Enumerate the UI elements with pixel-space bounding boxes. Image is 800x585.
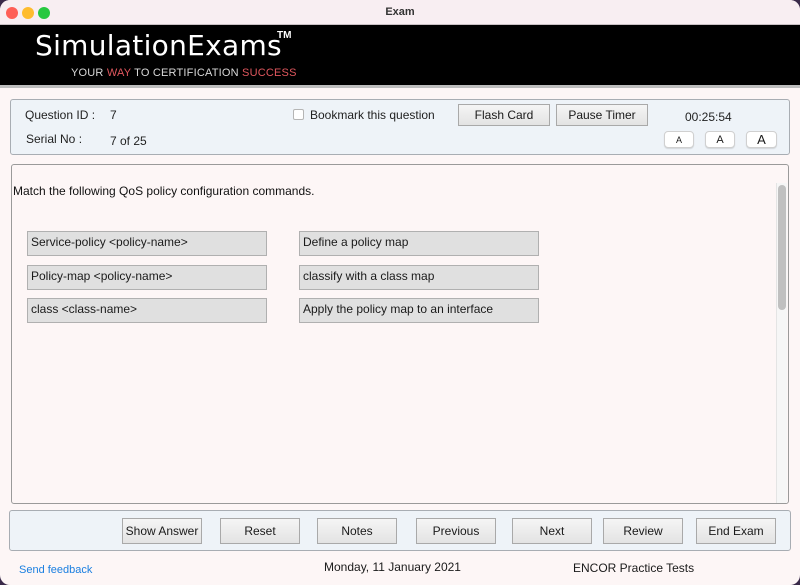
question-id-value: 7 (110, 108, 117, 122)
timer-display: 00:25:54 (685, 110, 732, 124)
product-name: ENCOR Practice Tests (573, 561, 695, 575)
brand-logo-text: SimulationExams (35, 29, 282, 62)
next-button[interactable]: Next (512, 518, 592, 544)
trademark-symbol: TM (277, 30, 292, 41)
font-size-medium-button[interactable]: A (705, 131, 735, 148)
font-size-large-button[interactable]: A (746, 131, 777, 148)
current-date: Monday, 11 January 2021 (324, 560, 461, 574)
review-button[interactable]: Review (603, 518, 683, 544)
bookmark-checkbox[interactable] (293, 109, 304, 120)
command-item[interactable]: Policy-map <policy-name> (27, 265, 267, 290)
question-scrollbar-thumb[interactable] (778, 185, 786, 310)
tagline-part-highlight: SUCCESS (242, 67, 297, 79)
send-feedback-link[interactable]: Send feedback (19, 564, 92, 576)
description-item[interactable]: classify with a class map (299, 265, 539, 290)
pause-timer-button[interactable]: Pause Timer (556, 104, 648, 126)
show-answer-button[interactable]: Show Answer (122, 518, 202, 544)
reset-button[interactable]: Reset (220, 518, 300, 544)
title-bar: Exam (0, 0, 800, 25)
brand-tagline: YOUR WAY TO CERTIFICATION SUCCESS (71, 67, 297, 79)
notes-button[interactable]: Notes (317, 518, 397, 544)
description-item[interactable]: Define a policy map (299, 231, 539, 256)
question-id-label: Question ID : (25, 108, 96, 122)
command-item[interactable]: class <class-name> (27, 298, 267, 323)
flash-card-button[interactable]: Flash Card (458, 104, 550, 126)
font-size-small-button[interactable]: A (664, 131, 694, 148)
description-item[interactable]: Apply the policy map to an interface (299, 298, 539, 323)
serial-no-label: Serial No : (26, 132, 83, 146)
tagline-part-highlight: WAY (106, 67, 132, 79)
end-exam-button[interactable]: End Exam (696, 518, 776, 544)
command-item[interactable]: Service-policy <policy-name> (27, 231, 267, 256)
tagline-part: TO CERTIFICATION (131, 67, 243, 79)
serial-no-value: 7 of 25 (110, 134, 147, 148)
question-text: Match the following QoS policy configura… (13, 184, 315, 198)
brand-banner: SimulationExams TM YOUR WAY TO CERTIFICA… (0, 25, 800, 85)
question-panel (11, 164, 789, 504)
banner-divider (0, 85, 800, 88)
previous-button[interactable]: Previous (416, 518, 496, 544)
window-title: Exam (385, 6, 415, 18)
tagline-part: YOUR (71, 67, 107, 79)
bookmark-label[interactable]: Bookmark this question (310, 108, 435, 122)
exam-window: Exam SimulationExams TM YOUR WAY TO CERT… (0, 0, 800, 585)
